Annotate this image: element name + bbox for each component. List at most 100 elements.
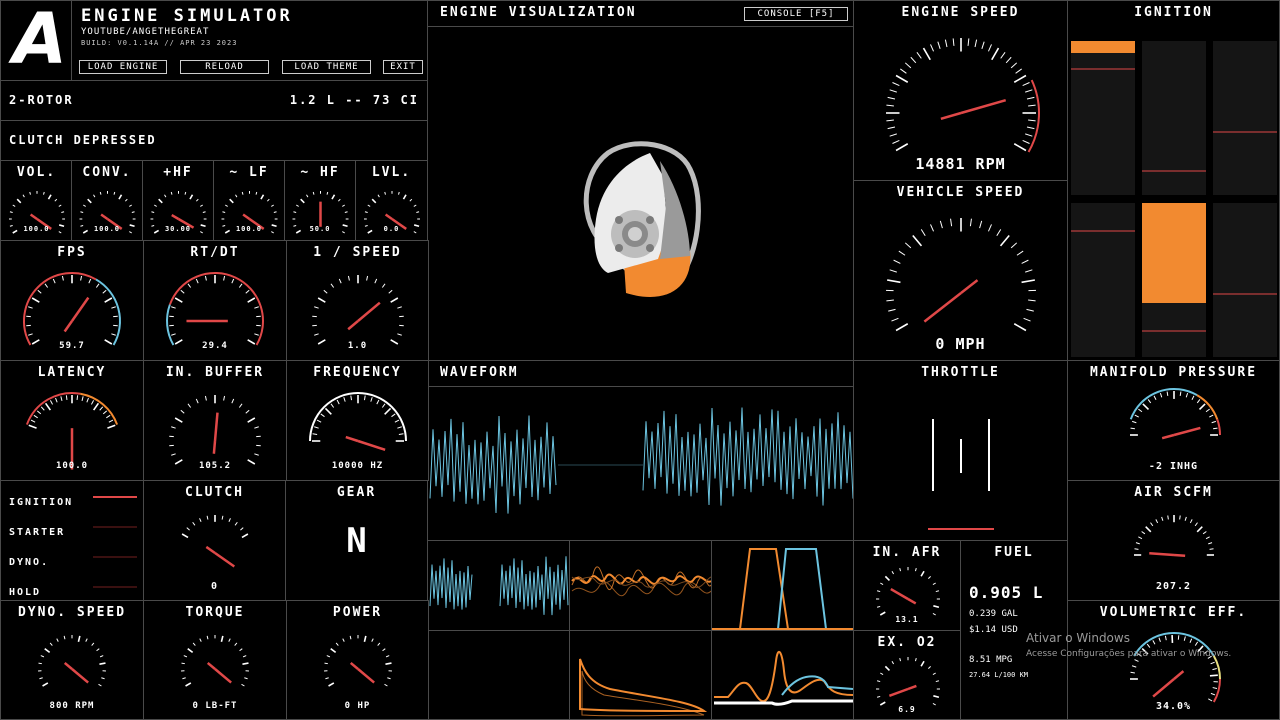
dyno-gauge-2-value: 0 HP — [344, 701, 371, 711]
perf2-gauge-2: FREQUENCY 10000 HZ — [286, 360, 429, 481]
pv-plot-panel — [569, 630, 712, 720]
manifold-title: MANIFOLD PRESSURE — [1089, 365, 1258, 380]
perf-gauge-0-value: 59.7 — [59, 341, 85, 351]
perf-gauge-2-label: 1 / SPEED — [313, 245, 402, 260]
perf2-gauge-2-label: FREQUENCY — [313, 365, 402, 380]
reload-button[interactable]: RELOAD — [180, 60, 269, 74]
clutch-status-panel: CLUTCH DEPRESSED — [0, 120, 428, 161]
dyno-gauge-2-label: POWER — [332, 605, 383, 620]
ve-value: 34.0% — [1155, 701, 1192, 712]
mini-waveform-panel — [427, 540, 570, 631]
audio-knob-3-label: ~ LF — [229, 165, 269, 180]
gear-title: GEAR — [336, 485, 377, 500]
engine-speed-gauge — [886, 38, 1040, 153]
perf2-gauge-0-value: 100.0 — [55, 461, 89, 471]
perf-gauge-0-label: FPS — [57, 245, 87, 260]
ex-o2-value: 6.9 — [898, 705, 916, 714]
toggle-hold-label: HOLD — [9, 587, 42, 598]
perf2-gauge-1: IN. BUFFER 105.2 — [143, 360, 287, 481]
vehicle-speed-value: 0 MPH — [935, 335, 986, 353]
ex-o2-panel: EX. O2 6.9 — [853, 630, 961, 720]
engine-speed-title: ENGINE SPEED — [901, 5, 1020, 20]
perf-gauge-1-label: RT/DT — [190, 245, 240, 260]
empty-plot-panel — [427, 630, 570, 720]
engine-info-panel: 2-ROTOR 1.2 L -- 73 CI — [0, 80, 428, 121]
manifold-panel: MANIFOLD PRESSURE -2 INHG — [1067, 360, 1280, 481]
audio-knob-0-value: 100.0 — [23, 225, 50, 233]
mini-waveform-plot — [429, 556, 569, 616]
perf2-gauge-0-label: LATENCY — [37, 365, 107, 380]
audio-knob-4-label: ~ HF — [300, 165, 340, 180]
toggle-ignition-label: IGNITION — [9, 497, 74, 508]
perf-gauge-1: RT/DT 29.4 — [143, 240, 287, 361]
fuel-liters: 0.905 L — [969, 583, 1044, 602]
ve-title: VOLUMETRIC EFF. — [1099, 605, 1248, 620]
audio-knob-3: ~ LF 100.0 — [213, 160, 285, 241]
toggle-hold[interactable]: HOLD — [9, 580, 139, 598]
toggle-starter-label: STARTER — [9, 527, 66, 538]
in-afr-value: 13.1 — [895, 615, 919, 624]
audio-knob-5-label: LVL. — [371, 165, 412, 180]
app-subtitle: YOUTUBE/ANGETHEGREAT — [81, 27, 210, 37]
load-theme-button[interactable]: LOAD THEME — [282, 60, 371, 74]
perf-gauge-2-value: 1.0 — [347, 341, 368, 351]
exit-button[interactable]: EXIT — [383, 60, 423, 74]
toggle-starter-indicator — [93, 526, 137, 528]
pressure-plot-panel — [569, 540, 712, 631]
vehicle-speed-panel: VEHICLE SPEED 0 MPH — [853, 180, 1068, 361]
audio-knob-1: CONV. 100.0 — [71, 160, 143, 241]
toggle-dyno[interactable]: DYNO. — [9, 550, 139, 568]
clutch-gauge-panel: CLUTCH 0 — [143, 480, 286, 601]
fuel-mpg: 8.51 MPG — [969, 655, 1013, 665]
engine-speed-value: 14881 RPM — [915, 155, 1006, 173]
perf2-gauge-0: LATENCY 100.0 — [0, 360, 144, 481]
valve-lift-plot — [712, 548, 853, 630]
audio-knob-4-value: 50.0 — [309, 225, 331, 233]
waveform-panel: WAVEFORM — [427, 360, 854, 541]
fuel-panel: FUEL 0.905 L 0.239 GAL $1.14 USD 8.51 MP… — [960, 540, 1068, 720]
flow-plot — [714, 650, 853, 706]
toggle-dyno-indicator — [93, 556, 137, 558]
engine-displacement: 1.2 L -- 73 CI — [289, 93, 419, 107]
perf2-gauge-2-value: 10000 HZ — [331, 461, 384, 471]
toggle-ignition[interactable]: IGNITION — [9, 490, 139, 508]
app-title: ENGINE SIMULATOR — [81, 6, 293, 26]
throttle-panel: THROTTLE — [853, 360, 1068, 541]
audio-knob-0-label: VOL. — [16, 165, 57, 180]
perf2-gauge-1-value: 105.2 — [198, 461, 232, 471]
air-scfm-value: 207.2 — [1155, 581, 1192, 592]
dyno-gauge-1-value: 0 LB-FT — [192, 701, 238, 711]
clutch-gauge-value: 0 — [210, 581, 219, 592]
audio-knob-2: +HF 30.00 — [142, 160, 214, 241]
load-engine-button[interactable]: LOAD ENGINE — [79, 60, 167, 74]
rotary-engine-drawing — [583, 141, 701, 297]
toggles-panel: IGNITION STARTER DYNO. HOLD — [0, 480, 144, 601]
dyno-gauge-0: DYNO. SPEED 800 RPM — [0, 600, 144, 720]
activation-watermark-text: Acesse Configurações para ativar o Windo… — [1026, 649, 1232, 659]
throttle-indicator — [928, 419, 994, 530]
audio-knob-5: LVL. 0.0 — [355, 160, 428, 241]
flow-plot-panel — [711, 630, 854, 720]
vehicle-speed-gauge — [886, 218, 1036, 332]
waveform-title: WAVEFORM — [440, 365, 519, 380]
dyno-gauge-2: POWER 0 HP — [286, 600, 429, 720]
gear-value: N — [346, 521, 367, 561]
toggle-starter[interactable]: STARTER — [9, 520, 139, 538]
clutch-gauge-title: CLUTCH — [185, 485, 244, 500]
perf-gauge-2: 1 / SPEED 1.0 — [286, 240, 429, 361]
audio-knob-2-label: +HF — [163, 165, 193, 180]
activation-watermark-title: Ativar o Windows — [1026, 631, 1130, 645]
waveform-plot — [429, 407, 853, 514]
build-info: BUILD: V0.1.14A // APR 23 2023 — [81, 39, 238, 47]
fuel-l100: 27.64 L/100 KM — [969, 671, 1029, 679]
audio-knob-1-value: 100.0 — [93, 225, 121, 233]
toggle-ignition-indicator — [93, 496, 137, 498]
dyno-gauge-0-label: DYNO. SPEED — [17, 605, 127, 620]
perf-gauge-1-value: 29.4 — [202, 341, 228, 351]
toggle-hold-indicator — [93, 586, 137, 588]
pv-diagram — [579, 658, 708, 717]
gear-panel: GEAR N — [285, 480, 428, 601]
audio-knob-2-value: 30.00 — [164, 225, 192, 233]
ignition-panel: IGNITION — [1067, 0, 1280, 361]
vehicle-speed-title: VEHICLE SPEED — [896, 185, 1025, 200]
